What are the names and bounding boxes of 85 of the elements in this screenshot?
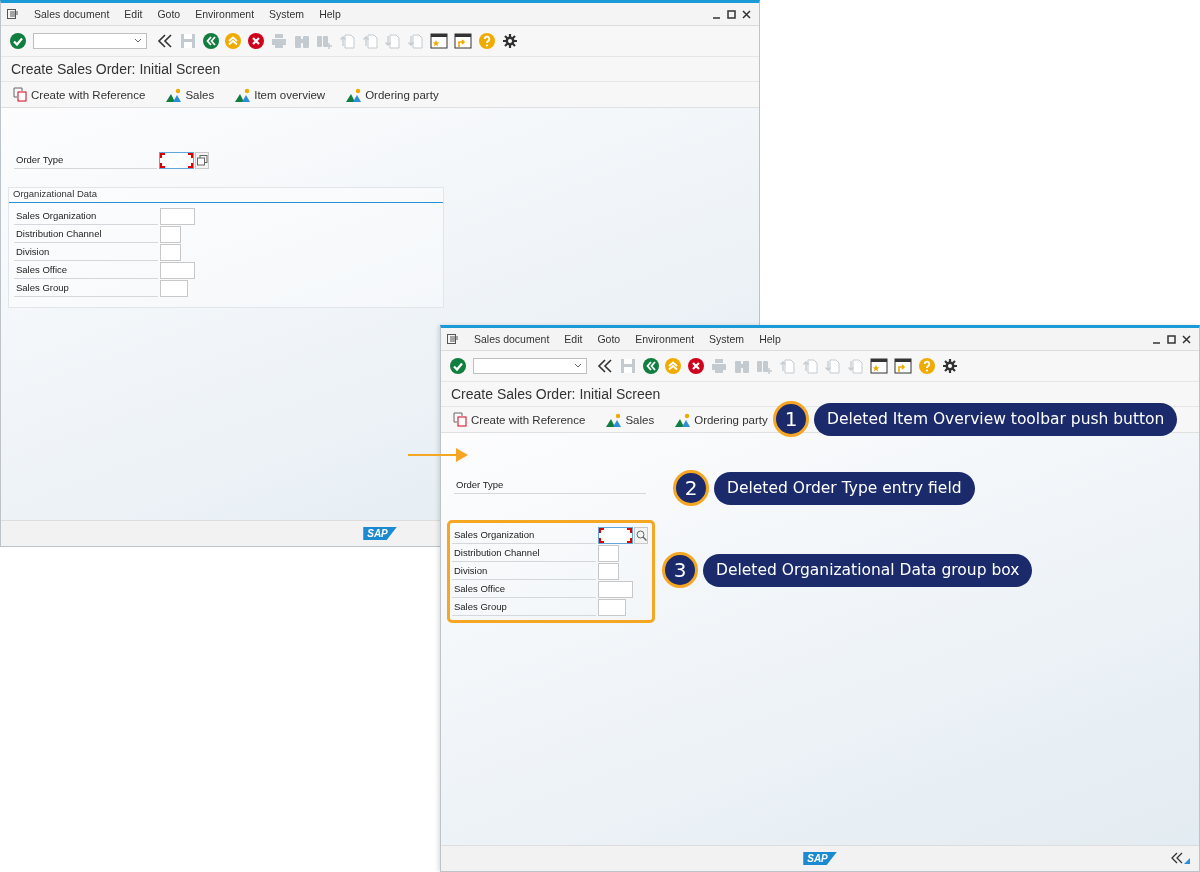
checkmark-icon[interactable] xyxy=(10,33,26,49)
help-icon[interactable] xyxy=(919,358,935,374)
field-label: Sales Office xyxy=(14,261,158,279)
field-label: Sales Organization xyxy=(14,207,158,225)
mountain-icon xyxy=(235,87,252,102)
toolbar-button[interactable]: Ordering party xyxy=(694,413,768,426)
field-label: Sales Group xyxy=(452,598,596,616)
field-label: Sales Office xyxy=(452,580,596,598)
input-field[interactable] xyxy=(160,279,188,297)
screen-title: Create Sales Order: Initial Screen xyxy=(451,386,661,402)
menu-icon[interactable] xyxy=(7,9,19,19)
back-icon[interactable] xyxy=(642,358,659,374)
cancel-icon[interactable] xyxy=(248,33,265,49)
menu-item[interactable]: Sales document xyxy=(34,8,110,20)
value-help-icon[interactable] xyxy=(195,151,209,169)
gear-icon[interactable] xyxy=(941,358,958,374)
toolbar-button[interactable]: Sales xyxy=(625,413,655,426)
toolbar-button[interactable]: Sales xyxy=(185,88,215,101)
gear-icon[interactable] xyxy=(501,33,518,49)
menu-item[interactable]: System xyxy=(709,333,745,345)
double-chevron-icon[interactable] xyxy=(597,358,614,374)
menu-item[interactable]: System xyxy=(269,8,305,20)
menu-item[interactable]: Edit xyxy=(124,8,143,20)
field-label: Order Type xyxy=(14,151,157,169)
checkmark-icon[interactable] xyxy=(450,358,466,374)
menu-item[interactable]: Environment xyxy=(195,8,255,20)
arrow xyxy=(408,448,468,462)
field-label: Division xyxy=(14,243,158,261)
close-icon[interactable] xyxy=(742,9,751,19)
field-label: Order Type xyxy=(454,476,646,494)
cancel-icon[interactable] xyxy=(688,358,705,374)
maximize-icon[interactable] xyxy=(727,9,736,19)
dropdown-caret-icon[interactable] xyxy=(133,38,142,44)
menu-icon[interactable] xyxy=(447,334,459,344)
toolbar-button[interactable]: Create with Reference xyxy=(471,413,586,426)
group-box-title: Organizational Data xyxy=(9,188,443,203)
back-icon[interactable] xyxy=(202,33,219,49)
field-label: Distribution Channel xyxy=(14,225,158,243)
input-field[interactable] xyxy=(598,598,626,616)
mountain-icon xyxy=(346,87,363,102)
help-icon[interactable] xyxy=(479,33,495,49)
command-field[interactable] xyxy=(32,33,147,49)
copy-icon xyxy=(13,87,28,102)
menu-item[interactable]: Goto xyxy=(157,8,181,20)
input-field[interactable] xyxy=(598,544,619,562)
mountain-icon xyxy=(166,87,183,102)
input-field[interactable] xyxy=(160,261,195,279)
menu-item[interactable]: Sales document xyxy=(474,333,550,345)
input-field[interactable] xyxy=(160,207,195,225)
input-field[interactable] xyxy=(159,151,194,169)
dropdown-caret-icon[interactable] xyxy=(573,363,582,369)
screen-title: Create Sales Order: Initial Screen xyxy=(11,61,221,77)
input-field[interactable] xyxy=(598,562,619,580)
double-chevron-icon[interactable] xyxy=(157,33,174,49)
mountain-icon xyxy=(606,412,623,427)
callout-label: Deleted Organizational Data group box xyxy=(703,553,1033,587)
double-up-icon[interactable] xyxy=(665,358,682,374)
double-chevron-icon[interactable] xyxy=(1171,852,1191,864)
input-field[interactable] xyxy=(598,526,633,544)
field-label: Sales Group xyxy=(14,279,158,297)
menu-item[interactable]: Help xyxy=(319,8,341,20)
toolbar-button[interactable]: Create with Reference xyxy=(31,88,146,101)
sap-logo: SAP xyxy=(803,852,837,865)
sap-logo: SAP xyxy=(363,527,397,540)
field-label: Distribution Channel xyxy=(452,544,596,562)
input-field[interactable] xyxy=(160,243,181,261)
menu-item[interactable]: Environment xyxy=(635,333,695,345)
callout-label: Deleted Order Type entry field xyxy=(714,471,975,505)
input-field[interactable] xyxy=(160,225,181,243)
command-field[interactable] xyxy=(472,358,587,374)
menu-item[interactable]: Help xyxy=(759,333,781,345)
field-label: Division xyxy=(452,562,596,580)
menu-item[interactable]: Goto xyxy=(597,333,621,345)
mountain-icon xyxy=(675,412,692,427)
toolbar-button[interactable]: Item overview xyxy=(254,88,326,101)
double-up-icon[interactable] xyxy=(225,33,242,49)
maximize-icon[interactable] xyxy=(1167,334,1176,344)
close-icon[interactable] xyxy=(1182,334,1191,344)
input-field[interactable] xyxy=(598,580,633,598)
field-label: Sales Organization xyxy=(452,526,596,544)
toolbar-button[interactable]: Ordering party xyxy=(365,88,439,101)
callout-label: Deleted Item Overview toolbar push button xyxy=(814,402,1178,436)
search-icon[interactable] xyxy=(634,526,648,544)
menu-item[interactable]: Edit xyxy=(564,333,583,345)
copy-icon xyxy=(453,412,468,427)
